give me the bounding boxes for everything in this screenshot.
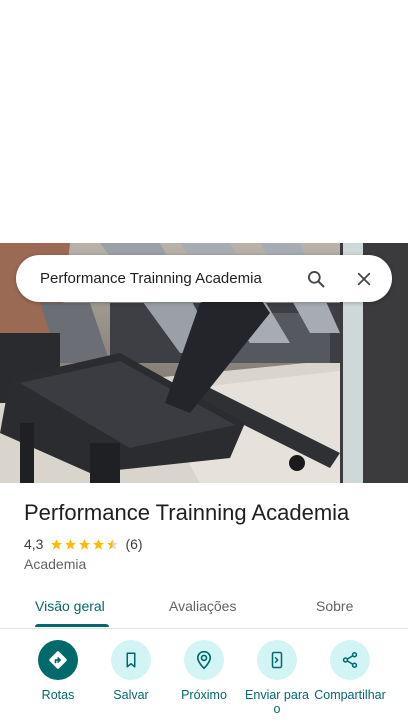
tab-reviews[interactable]: Avaliações [169,586,236,626]
nearby-button[interactable]: Próximo [167,640,241,702]
rating-value: 4,3 [24,536,44,552]
place-title: Performance Trainning Academia [24,500,350,525]
map-area[interactable] [0,0,408,243]
save-button[interactable]: Salvar [94,640,168,702]
directions-label: Rotas [41,688,75,702]
send-to-phone-button[interactable]: Enviar para o [240,640,314,716]
directions-button[interactable]: Rotas [21,640,95,702]
nearby-label: Próximo [181,688,227,702]
star-icon [51,538,63,550]
save-label: Salvar [113,688,149,702]
tab-about[interactable]: Sobre [316,586,353,626]
action-buttons: Rotas Salvar Próximo Enviar para o Compa… [0,640,408,726]
search-icon[interactable] [292,255,340,302]
search-query-text[interactable]: Performance Trainning Academia [40,270,292,287]
directions-icon [49,651,67,669]
search-bar[interactable]: Performance Trainning Academia [16,255,392,302]
star-icon [79,538,91,550]
share-icon [342,652,358,668]
send-to-phone-icon [271,651,283,669]
star-icon [93,538,105,550]
star-icon [65,538,77,550]
star-rating [50,538,120,551]
place-category: Academia [24,556,87,572]
active-tab-indicator [35,624,109,627]
send-to-phone-label: Enviar para o [245,688,309,716]
review-count[interactable]: (6) [125,536,142,552]
nearby-icon [196,650,212,670]
close-icon[interactable] [340,255,388,302]
place-tabs: Visão geral Avaliações Sobre [0,586,408,629]
rating-row[interactable]: 4,3 (6) [24,536,143,552]
tab-overview[interactable]: Visão geral [35,586,105,626]
half-star-icon [107,538,119,550]
share-label: Compartilhar [314,688,386,702]
bookmark-icon [126,652,136,668]
share-button[interactable]: Compartilhar [313,640,387,702]
